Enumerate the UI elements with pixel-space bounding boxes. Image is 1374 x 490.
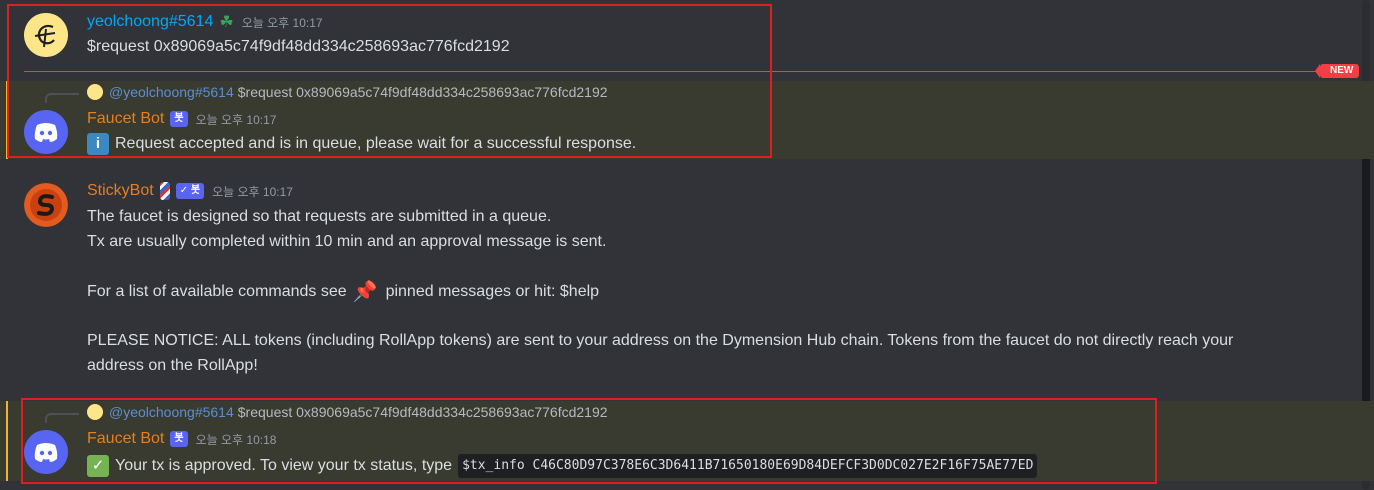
bot-badge-label: 봇 [190, 185, 201, 196]
message-line: pinned messages or hit: $help [385, 283, 600, 300]
message-line: For a list of available commands see [87, 283, 347, 300]
annotation-box-top [7, 4, 772, 158]
verified-bot-badge: ✓ 봇 [175, 183, 205, 199]
new-badge: NEW [1314, 64, 1360, 78]
message-line: address on the RollApp! [87, 357, 258, 374]
message-line: PLEASE NOTICE: ALL tokens (including Rol… [87, 332, 1234, 349]
mention-highlight-bar [6, 401, 8, 481]
annotation-box-bottom [21, 398, 1157, 484]
message-stickybot: StickyBot ✓ 봇 오늘 오후 10:17 The faucet is … [0, 170, 1374, 390]
message-line: Tx are usually completed within 10 min a… [87, 233, 607, 250]
avatar[interactable] [24, 183, 68, 227]
username[interactable]: StickyBot [87, 182, 154, 200]
message-line: The faucet is designed so that requests … [87, 208, 552, 225]
timestamp[interactable]: 오늘 오후 10:17 [212, 183, 293, 200]
stickybot-avatar-icon [24, 183, 68, 227]
barber-pole-icon [159, 182, 170, 200]
pushpin-icon: 📌 [352, 281, 378, 303]
